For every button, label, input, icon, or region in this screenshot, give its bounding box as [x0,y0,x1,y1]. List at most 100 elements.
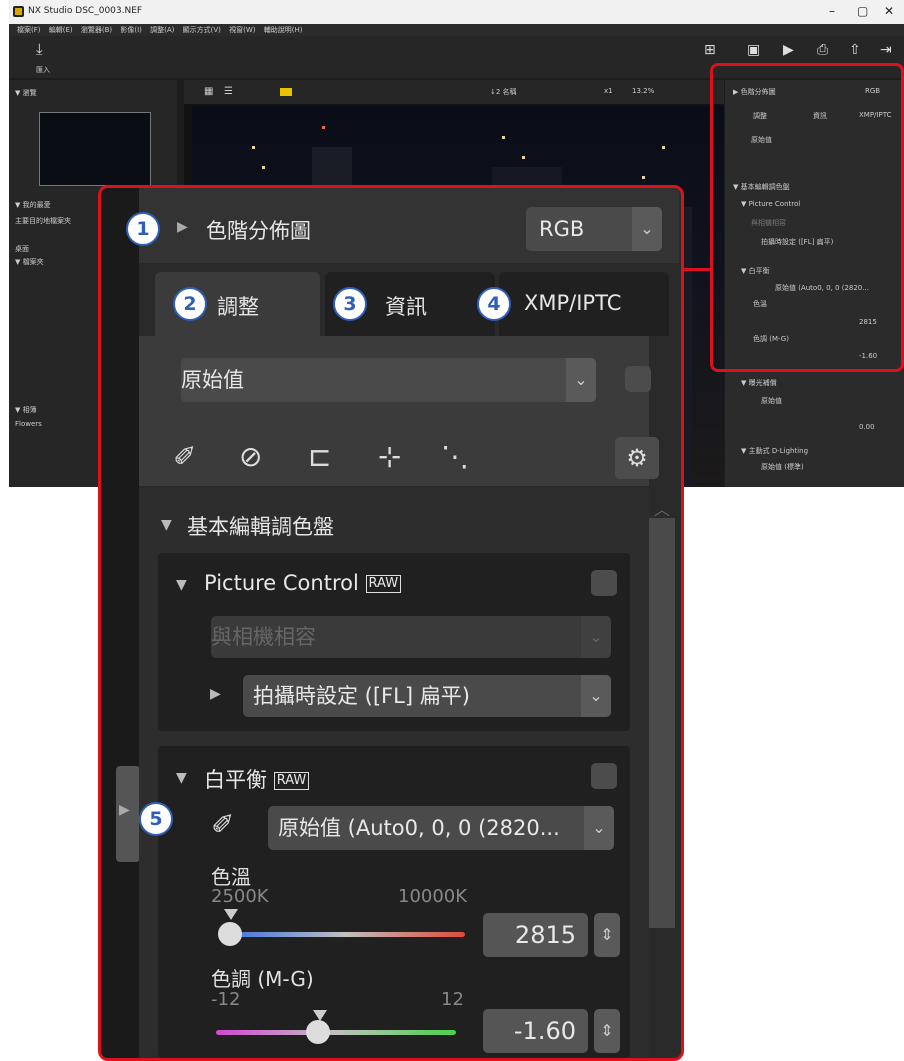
callout-3: 3 [333,287,367,321]
zoom-level[interactable]: 13.2% [632,87,654,95]
perspective-icon[interactable]: ⋱ [441,440,469,473]
tint-slider-handle[interactable] [306,1020,330,1044]
tint-slider-track[interactable] [216,1030,456,1035]
white-balance-checkbox[interactable] [591,763,617,789]
rp-adl[interactable]: ▼ 主動式 D-Lighting [741,446,808,456]
tint-stepper[interactable]: ⇕ [594,1009,620,1053]
temperature-stepper[interactable]: ⇕ [594,913,620,957]
single-view-icon[interactable] [280,88,292,96]
callout-5: 5 [139,802,173,836]
picture-control-section: ▼ Picture Control RAW 與相機相容 ⌄ ▶ 拍攝時設定 ([… [158,553,630,731]
raw-badge: RAW [365,575,402,593]
temperature-slider-track[interactable] [225,932,465,937]
chevron-down-icon: ⌄ [581,616,611,658]
pc-select-value: 與相機相容 [211,625,316,649]
straighten-icon[interactable]: ⊏ [308,440,331,473]
temperature-default-marker [224,909,238,920]
desktop-item[interactable]: 桌面 [15,244,29,254]
panel-collapse-handle[interactable]: ▶ [116,766,140,862]
rp-adl-select[interactable]: 原始值 (標準) [761,462,804,472]
white-balance-title[interactable]: 白平衡 RAW [204,764,310,794]
wb-select-value: 原始值 (Auto0, 0, 0 (2820... [278,816,560,840]
chevron-down-icon: ⌄ [584,806,614,850]
pc-sub-value: 拍攝時設定 ([FL] 扁平) [253,684,470,708]
rp-exposure-value[interactable]: 0.00 [859,423,875,431]
tint-value[interactable]: -1.60 [483,1009,588,1053]
tab-info[interactable]: 3 資訊 [325,272,495,336]
temperature-min: 2500K [211,886,269,907]
palette-scrollbar[interactable]: ︿ [649,488,675,1058]
chevron-down-icon: ⌄ [581,675,611,717]
retouch-brush-icon[interactable]: ⊘ [239,440,262,473]
zoom-mode[interactable]: x1 [604,87,613,95]
preset-checkbox[interactable] [625,366,651,392]
section-title[interactable]: 基本編輯調色盤 [187,511,334,541]
slideshow-icon[interactable]: ▶ [783,42,794,58]
highlight-frame [710,63,904,372]
viewer-toolbar: ▦ ☰ ↓2 名稱 x1 13.2% [184,80,724,104]
zoomed-adjust-panel: ▶ 1 ▶ 色階分佈圖 RGB ⌄ 2 調整 3 資訊 4 XMP/IPTC 原… [98,185,684,1061]
list-view-icon[interactable]: ☰ [224,86,233,97]
preset-select[interactable]: 原始值 ⌄ [181,358,596,402]
menu-adjust[interactable]: 調整(A) [150,26,174,34]
app-icon[interactable]: ▣ [747,42,760,58]
scroll-thumb[interactable] [649,518,675,928]
temperature-max: 10000K [398,886,468,907]
favorites-header[interactable]: ▼ 我的最愛 [15,200,51,210]
crop-icon[interactable]: ⊹ [378,440,401,473]
close-icon[interactable]: ✕ [884,4,894,18]
favorite-destination[interactable]: 主要目的地檔案夾 [15,216,71,226]
menu-window[interactable]: 視窗(W) [229,26,255,34]
histogram-label[interactable]: 色階分佈圖 [206,215,311,245]
tab-adjust-label: 調整 [217,295,259,319]
menu-edit[interactable]: 編輯(E) [49,26,73,34]
print-icon[interactable]: ⎙ [817,42,828,58]
minimize-icon[interactable]: – [829,4,835,18]
maximize-icon[interactable]: ▢ [857,4,868,18]
collapse-triangle-icon[interactable]: ▼ [161,517,172,533]
folders-header[interactable]: ▼ 檔案夾 [15,257,44,267]
chevron-down-icon: ⌄ [632,207,662,251]
upload-icon[interactable]: ⇧ [849,42,861,58]
picture-control-select[interactable]: 與相機相容 ⌄ [211,616,611,658]
menu-view[interactable]: 顯示方式(V) [183,26,221,34]
collapse-triangle-icon[interactable]: ▼ [176,770,187,786]
menu-image[interactable]: 影像(I) [120,26,142,34]
white-balance-select[interactable]: 原始值 (Auto0, 0, 0 (2820... ⌄ [268,806,614,850]
wb-eyedropper-icon[interactable]: ✐ [211,808,234,841]
grid-view-icon[interactable]: ▦ [204,86,213,97]
albums-header[interactable]: ▼ 相簿 [15,405,37,415]
collapse-triangle-icon[interactable]: ▼ [176,577,187,593]
picture-control-title[interactable]: Picture Control RAW [204,571,402,595]
preview-header[interactable]: ▼ 瀏覽 [15,88,37,98]
tint-label: 色調 (M-G) [211,967,314,991]
sort-select[interactable]: ↓2 名稱 [490,87,517,97]
import-icon[interactable]: ⤓ [36,40,43,58]
export-icon[interactable]: ⇥ [880,42,892,58]
temperature-value[interactable]: 2815 [483,913,588,957]
tab-xmp-iptc[interactable]: 4 XMP/IPTC [477,272,669,336]
app-logo-icon [13,6,24,17]
rp-exposure[interactable]: ▼ 曝光補償 [741,378,777,388]
title-bar: NX Studio DSC_0003.NEF – ▢ ✕ [9,0,904,24]
eyedropper-icon[interactable]: ✐ [173,440,196,473]
rp-exposure-select[interactable]: 原始值 [761,396,782,406]
menu-file[interactable]: 檔案(F) [17,26,41,34]
picture-control-sub-select[interactable]: 拍攝時設定 ([FL] 扁平) ⌄ [243,675,611,717]
temperature-slider-handle[interactable] [218,922,242,946]
callout-4: 4 [477,287,511,321]
tab-adjust[interactable]: 2 調整 [155,272,320,336]
histogram-expand-icon[interactable]: ▶ [177,219,188,235]
expand-triangle-icon[interactable]: ▶ [210,686,221,702]
panel-collapse-strip [101,188,139,1058]
white-balance-section: ▼ 白平衡 RAW ✐ 原始值 (Auto0, 0, 0 (2820... ⌄ … [158,746,630,1058]
scroll-up-icon[interactable]: ︿ [654,496,670,520]
album-flowers[interactable]: Flowers [15,420,42,428]
edit-icon[interactable]: ⊞ [704,42,716,58]
menu-help[interactable]: 輔助說明(H) [264,26,303,34]
settings-gear-icon[interactable]: ⚙ [615,437,659,479]
tint-min: -12 [211,989,241,1010]
histogram-channel-select[interactable]: RGB ⌄ [526,207,662,251]
picture-control-checkbox[interactable] [591,570,617,596]
menu-browser[interactable]: 瀏覽器(B) [81,26,112,34]
